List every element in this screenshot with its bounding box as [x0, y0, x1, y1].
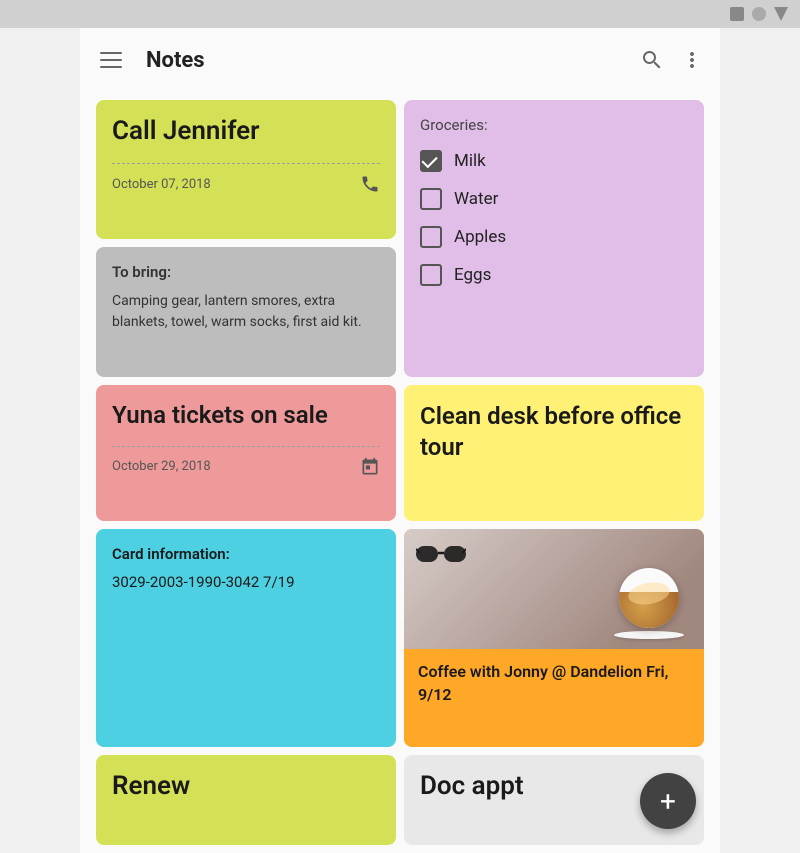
renew-title: Renew — [112, 771, 380, 801]
note-call-jennifer[interactable]: Call Jennifer October 07, 2018 — [96, 100, 396, 239]
search-icon[interactable] — [640, 48, 664, 72]
note-clean-desk[interactable]: Clean desk before office tour — [404, 385, 704, 521]
camping-label: To bring: — [112, 263, 380, 281]
checklist-eggs: Eggs — [420, 264, 688, 286]
item-eggs: Eggs — [454, 265, 491, 285]
note-groceries[interactable]: Groceries: Milk Water Apples Eggs — [404, 100, 704, 377]
note-yuna-tickets[interactable]: Yuna tickets on sale October 29, 2018 — [96, 385, 396, 521]
sunglasses-icon — [416, 541, 466, 569]
card-info-label: Card information: — [112, 545, 380, 563]
checklist-milk: Milk — [420, 150, 688, 172]
coffee-title: Coffee with Jonny @ Dandelion Fri, 9/12 — [418, 661, 690, 706]
item-apples: Apples — [454, 227, 506, 247]
add-note-fab[interactable]: + — [640, 773, 696, 829]
calendar-icon — [360, 457, 380, 477]
note-camping[interactable]: To bring: Camping gear, lantern smores, … — [96, 247, 396, 377]
note-renew[interactable]: Renew — [96, 755, 396, 845]
item-milk: Milk — [454, 151, 486, 171]
coffee-image — [404, 529, 704, 649]
card-info-body: 3029-2003-1990-3042 7/19 — [112, 573, 380, 591]
note-date: October 07, 2018 — [112, 177, 211, 192]
checkbox-milk[interactable] — [420, 150, 442, 172]
toolbar: Notes — [80, 28, 720, 92]
note-coffee[interactable]: Coffee with Jonny @ Dandelion Fri, 9/12 — [404, 529, 704, 746]
note-card-info[interactable]: Card information: 3029-2003-1990-3042 7/… — [96, 529, 396, 746]
status-bar — [0, 0, 800, 28]
checkbox-apples[interactable] — [420, 226, 442, 248]
item-water: Water — [454, 189, 498, 209]
coffee-text-area: Coffee with Jonny @ Dandelion Fri, 9/12 — [404, 649, 704, 718]
checkbox-water[interactable] — [420, 188, 442, 210]
toolbar-actions — [640, 48, 704, 72]
note-title: Call Jennifer — [112, 116, 380, 147]
menu-button[interactable] — [96, 48, 126, 72]
status-square-icon — [730, 7, 744, 21]
note-title: Yuna tickets on sale — [112, 401, 380, 430]
checkbox-eggs[interactable] — [420, 264, 442, 286]
status-circle-icon — [752, 7, 766, 21]
checklist-apples: Apples — [420, 226, 688, 248]
note-title: Clean desk before office tour — [420, 401, 688, 463]
phone-icon — [360, 174, 380, 194]
groceries-label: Groceries: — [420, 116, 688, 134]
note-date: October 29, 2018 — [112, 459, 211, 474]
more-icon[interactable] — [680, 48, 704, 72]
camping-body: Camping gear, lantern smores, extra blan… — [112, 291, 380, 333]
app-container: Notes Call Jennifer October 07, 2018 Gro… — [80, 28, 720, 853]
notes-grid: Call Jennifer October 07, 2018 Groceries… — [80, 92, 720, 853]
checklist-water: Water — [420, 188, 688, 210]
app-title: Notes — [146, 48, 640, 73]
status-triangle-icon — [774, 7, 788, 21]
